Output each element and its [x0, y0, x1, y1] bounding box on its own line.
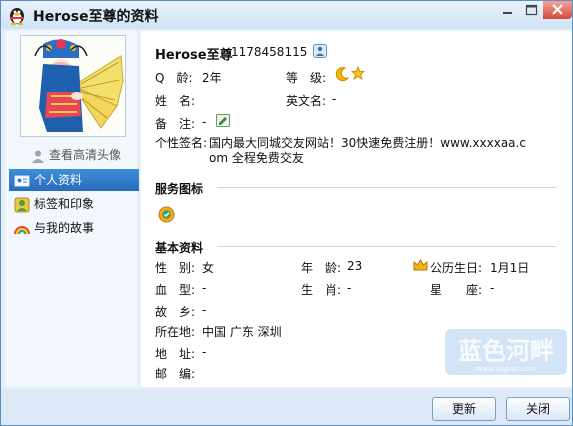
contact-card-icon[interactable]	[313, 44, 327, 58]
zodiac-value: -	[347, 281, 352, 295]
address-label: 地 址:	[155, 347, 196, 361]
remark-label: 备 注:	[155, 117, 196, 131]
service-qzone-icon[interactable]	[158, 206, 175, 223]
nav-personal-info-label: 个人资料	[34, 173, 83, 187]
star-level-icon	[351, 66, 365, 80]
opera-mask-avatar-image	[21, 36, 125, 136]
close-button[interactable]: 关闭	[506, 397, 570, 421]
address-value: -	[202, 345, 207, 359]
watermark-text: 蓝色河畔	[458, 337, 554, 365]
id-card-icon	[14, 175, 30, 186]
section-title-service: 服务图标	[155, 182, 204, 196]
nav-tags-impressions-label: 标签和印象	[34, 197, 95, 211]
section-divider	[217, 246, 557, 247]
blood-type-label: 血 型:	[155, 283, 196, 297]
location-value: 中国 广东 深圳	[202, 325, 282, 339]
maximize-icon	[525, 4, 538, 16]
window-title: Herose至尊的资料	[33, 9, 159, 25]
gender-label: 性 别:	[155, 261, 196, 275]
edit-remark-icon[interactable]	[216, 114, 230, 127]
watermark-logo: 蓝色河畔 www.lsqpan.com	[445, 329, 567, 375]
tag-user-icon	[14, 197, 30, 212]
blood-type-value: -	[202, 281, 207, 295]
view-hd-avatar-label: 查看高清头像	[49, 148, 122, 162]
gender-value: 女	[202, 261, 215, 275]
avatar[interactable]	[20, 35, 126, 137]
hometown-value: -	[202, 303, 207, 317]
nav-tags-impressions[interactable]: 标签和印象	[9, 193, 139, 215]
minimize-icon	[503, 12, 512, 14]
person-icon	[32, 150, 44, 163]
constellation-label: 星 座:	[430, 283, 483, 297]
nav-story-with-me[interactable]: 与我的故事	[9, 217, 139, 239]
location-label: 所在地:	[155, 325, 196, 339]
watermark-url: www.lsqpan.com	[476, 365, 535, 373]
close-window-button[interactable]	[543, 1, 572, 19]
english-name-value: -	[332, 92, 337, 106]
nickname: Herose至尊	[155, 48, 233, 63]
level-label: 等 级:	[286, 71, 327, 85]
hometown-label: 故 乡:	[155, 305, 196, 319]
birthday-value: 1月1日	[490, 261, 530, 275]
nav-story-with-me-label: 与我的故事	[34, 221, 95, 235]
minimize-button[interactable]	[495, 1, 519, 19]
title-bar[interactable]: Herose至尊的资料	[1, 1, 572, 29]
watermark: 蓝色河畔 www.lsqpan.com	[441, 321, 571, 386]
bottom-button-bar: 更新 关闭	[1, 389, 572, 425]
maximize-button[interactable]	[519, 1, 543, 19]
signature-label: 个性签名:	[155, 136, 208, 150]
age-label: 年 龄:	[301, 261, 342, 275]
section-title-basic: 基本资料	[155, 241, 204, 255]
zodiac-label: 生 肖:	[301, 283, 342, 297]
nav-personal-info[interactable]: 个人资料	[9, 169, 139, 191]
profile-window: Herose至尊的资料 查看高清头像 个人资料 标签和印象 与我的故事 Hero…	[0, 0, 573, 426]
name-label: 姓 名:	[155, 94, 196, 108]
remark-value: -	[202, 115, 207, 129]
update-button[interactable]: 更新	[432, 397, 496, 421]
q-age-value: 2年	[202, 71, 222, 85]
age-value: 23	[347, 259, 363, 273]
constellation-value: -	[490, 281, 495, 295]
english-name-label: 英文名:	[286, 94, 327, 108]
signature-line-2: om 全程免费交友	[209, 151, 304, 165]
moon-level-icon	[335, 67, 350, 82]
crown-icon	[413, 259, 428, 271]
rainbow-icon	[14, 225, 30, 234]
qq-number: 1178458115	[231, 45, 308, 59]
q-age-label: Q 龄:	[155, 71, 193, 85]
qq-penguin-icon	[10, 8, 24, 26]
close-icon	[552, 4, 563, 15]
section-divider	[217, 187, 557, 188]
left-panel: 查看高清头像 个人资料 标签和印象 与我的故事	[5, 31, 139, 387]
postcode-label: 邮 编:	[155, 367, 196, 381]
birthday-label: 公历生日:	[430, 261, 483, 275]
view-hd-avatar-link[interactable]: 查看高清头像	[31, 146, 121, 163]
